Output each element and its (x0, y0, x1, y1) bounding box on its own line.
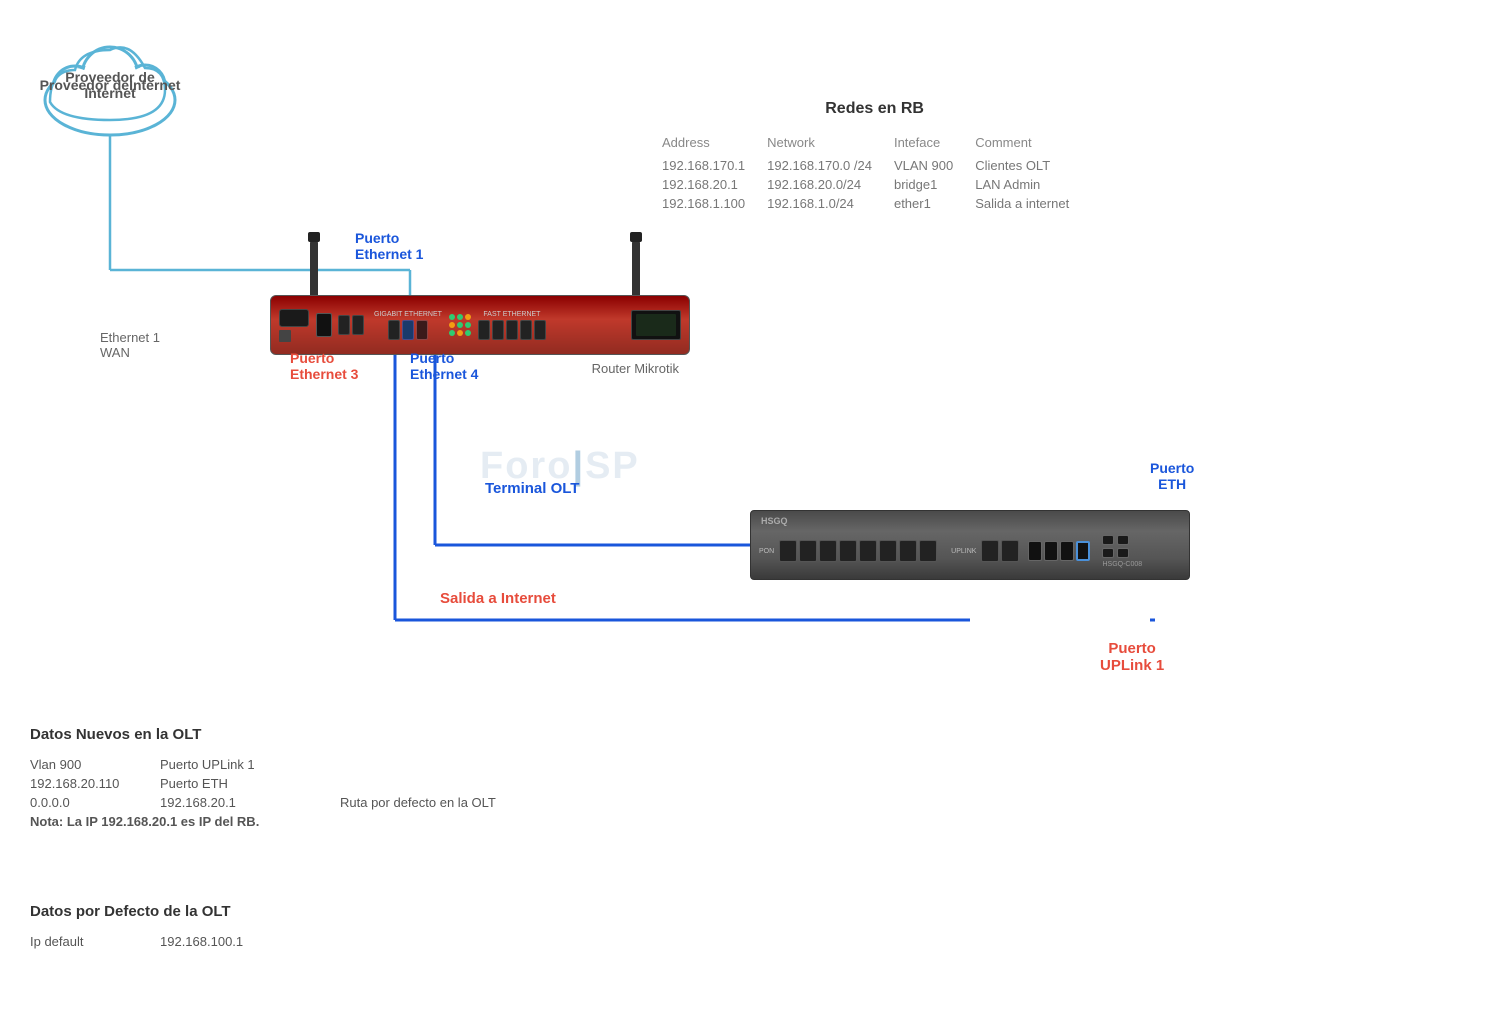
datos-nuevos-table: Vlan 900 Puerto UPLink 1 192.168.20.110 … (30, 755, 496, 831)
antenna-right (632, 240, 640, 300)
internet-provider-label: Proveedor deInternet (30, 30, 190, 140)
network-table-data: Address Network Inteface Comment 192.168… (660, 133, 1089, 213)
table-row: Ip default 192.168.100.1 (30, 932, 243, 951)
table-row: 192.168.20.110 Puerto ETH (30, 774, 496, 793)
table-row: 192.168.20.1 192.168.20.0/24 bridge1 LAN… (660, 175, 1089, 194)
puerto-eth1-label: PuertoEthernet 1 (355, 230, 423, 262)
puerto-eth3-label: PuertoEthernet 3 (290, 350, 358, 382)
puerto-eth-label: PuertoETH (1150, 460, 1194, 492)
table-row: 192.168.170.1 192.168.170.0 /24 VLAN 900… (660, 156, 1089, 175)
puerto-eth4-label: PuertoEthernet 4 (410, 350, 478, 382)
datos-defecto-section: Datos por Defecto de la OLT Ip default 1… (30, 903, 243, 951)
antenna-left (310, 240, 318, 300)
network-table: Redes en RB Address Network Inteface Com… (660, 100, 1089, 213)
col-network: Network (765, 133, 892, 156)
col-address: Address (660, 133, 765, 156)
router-body: GIGABIT ETHERNET (270, 295, 690, 355)
puerto-uplink-label: PuertoUPLink 1 (1100, 640, 1164, 674)
ethernet1-wan-label: Ethernet 1WAN (100, 330, 160, 360)
datos-defecto-table: Ip default 192.168.100.1 (30, 932, 243, 951)
network-table-title: Redes en RB (660, 100, 1089, 118)
router-mikrotik-label: Router Mikrotik (592, 361, 679, 376)
salida-internet-label: Salida a Internet (440, 590, 556, 607)
table-row: 0.0.0.0 192.168.20.1 Ruta por defecto en… (30, 793, 496, 812)
datos-nuevos-section: Datos Nuevos en la OLT Vlan 900 Puerto U… (30, 726, 496, 831)
terminal-olt-label: Terminal OLT (485, 480, 579, 497)
col-comment: Comment (973, 133, 1089, 156)
table-row: 192.168.1.100 192.168.1.0/24 ether1 Sali… (660, 194, 1089, 213)
olt-body: HSGQ PON UPLINK (750, 510, 1190, 580)
table-row: Vlan 900 Puerto UPLink 1 (30, 755, 496, 774)
datos-defecto-title: Datos por Defecto de la OLT (30, 903, 243, 920)
table-row: Nota: La IP 192.168.20.1 es IP del RB. (30, 812, 496, 831)
olt-device: HSGQ PON UPLINK (750, 510, 1190, 600)
datos-nuevos-title: Datos Nuevos en la OLT (30, 726, 496, 743)
olt-brand-label: HSGQ (761, 516, 788, 526)
col-interface: Inteface (892, 133, 973, 156)
